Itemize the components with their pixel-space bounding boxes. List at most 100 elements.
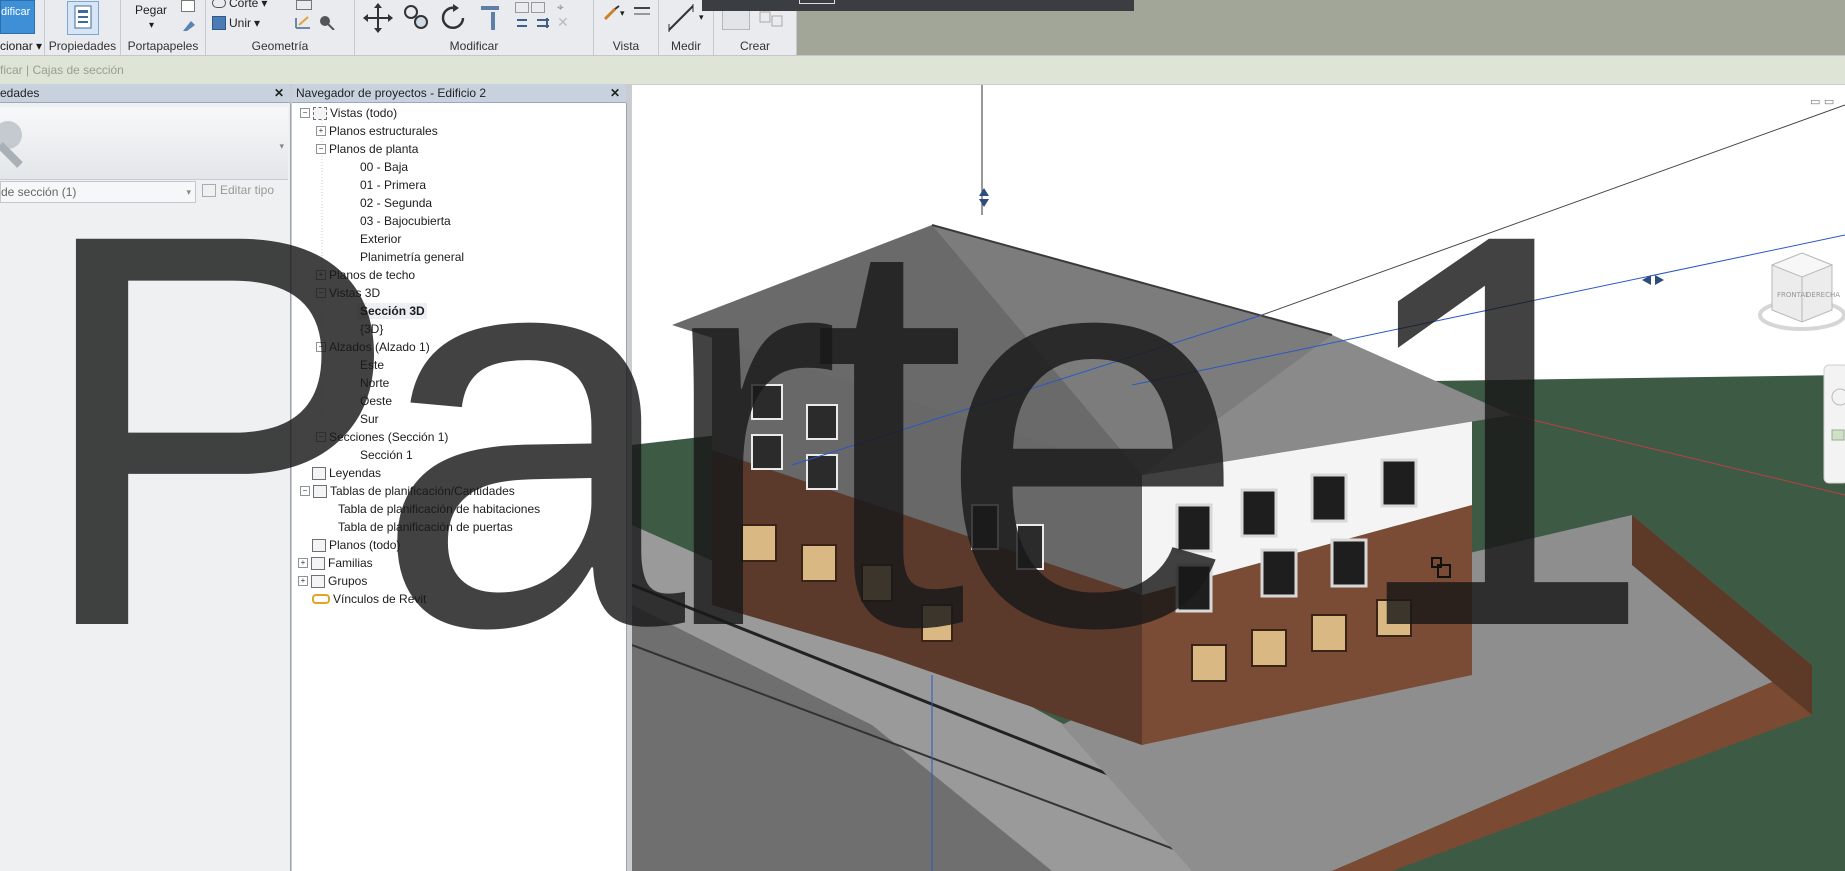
- tree-item-3d-views[interactable]: − Vistas 3D: [316, 285, 380, 301]
- copy-icon[interactable]: [181, 0, 195, 12]
- collapse-icon[interactable]: −: [300, 108, 310, 118]
- close-icon[interactable]: ✕: [274, 84, 284, 102]
- modify-button[interactable]: dificar: [0, 0, 35, 34]
- tree-item-legends[interactable]: Leyendas: [312, 465, 381, 481]
- move-icon[interactable]: [363, 2, 393, 37]
- cut-icon: [212, 0, 226, 8]
- delete-icon[interactable]: ✕: [557, 14, 569, 31]
- create-parts-icon[interactable]: [758, 8, 786, 33]
- override-graphics-icon[interactable]: [602, 4, 622, 25]
- tree-item-west[interactable]: Oeste: [360, 393, 392, 409]
- close-icon[interactable]: ✕: [610, 84, 620, 102]
- sheets-icon: [312, 538, 326, 552]
- split-icon[interactable]: [515, 16, 531, 33]
- rotate-icon[interactable]: [439, 2, 469, 37]
- tree-item-3d-default[interactable]: {3D}: [360, 321, 383, 337]
- mirror-icon[interactable]: [531, 2, 545, 13]
- groups-icon: [311, 574, 325, 588]
- collapse-icon[interactable]: −: [316, 288, 326, 298]
- tree-item-ceiling-plans[interactable]: + Planos de techo: [316, 267, 415, 283]
- edit-type-icon: [202, 184, 216, 198]
- copy-element-icon[interactable]: [401, 2, 431, 37]
- join-button[interactable]: Unir ▾: [212, 16, 260, 30]
- chevron-down-icon: ▾: [186, 187, 191, 197]
- paint-icon[interactable]: [318, 14, 336, 33]
- zoom-icon[interactable]: [1831, 429, 1845, 441]
- families-icon: [311, 556, 325, 570]
- collapse-icon[interactable]: −: [316, 432, 326, 442]
- project-browser: − Vistas (todo) + Planos estructurales − Pl…: [292, 103, 627, 871]
- cut-button[interactable]: Corte ▾: [212, 0, 267, 10]
- select-dropdown[interactable]: cionar ▾: [0, 39, 42, 53]
- tree-item-views[interactable]: − Vistas (todo): [300, 105, 397, 121]
- legend-icon: [312, 466, 326, 480]
- linework-icon[interactable]: [632, 4, 652, 25]
- ribbon-group-view: ▾ Vista: [594, 0, 659, 55]
- tree-item-schedules[interactable]: − Tablas de planificación/Cantidades: [300, 483, 515, 499]
- tree-item-plan-00[interactable]: 00 - Baja: [360, 159, 408, 175]
- link-icon: [312, 594, 330, 604]
- align-icon[interactable]: [477, 2, 507, 37]
- tree-item-section-3d[interactable]: Sección 3D: [358, 303, 427, 319]
- tree-item-revit-links[interactable]: Vínculos de Revit: [312, 591, 426, 607]
- options-bar: ficar | Cajas de sección: [0, 56, 1845, 84]
- title-bar-fragment: [702, 0, 1134, 11]
- tree-item-floor-plans[interactable]: − Planos de planta: [316, 141, 418, 157]
- expand-icon[interactable]: +: [298, 558, 308, 568]
- collapse-icon[interactable]: −: [300, 486, 310, 496]
- type-preview-dropdown-icon[interactable]: ▾: [279, 141, 284, 152]
- properties-button[interactable]: Propiedades: [45, 39, 120, 53]
- section-box-handle-icon[interactable]: [979, 188, 989, 207]
- navigation-bar[interactable]: [1823, 364, 1845, 484]
- tree-item-plan-03[interactable]: 03 - Bajocubierta: [360, 213, 451, 229]
- tree-item-room-schedule[interactable]: Tabla de planificación de habitaciones: [338, 501, 540, 517]
- pin-icon[interactable]: ⌖: [557, 0, 564, 15]
- tree-item-section-1[interactable]: Sección 1: [360, 447, 413, 463]
- trim-icon[interactable]: [535, 16, 551, 33]
- 3d-viewport[interactable]: FRONTAL DERECHA ▭ ▭: [632, 85, 1845, 871]
- tree-item-elevations[interactable]: − Alzados (Alzado 1): [316, 339, 430, 355]
- override-dropdown-icon[interactable]: ▾: [620, 8, 625, 19]
- tree-item-north[interactable]: Norte: [360, 375, 389, 391]
- geometry-group-label: Geometría: [251, 39, 309, 53]
- expand-icon[interactable]: +: [298, 576, 308, 586]
- tree-item-east[interactable]: Este: [360, 357, 384, 373]
- paste-button[interactable]: Pegar: [135, 3, 167, 17]
- expand-icon[interactable]: +: [316, 270, 326, 280]
- tree-item-site-plan[interactable]: Planimetría general: [360, 249, 464, 265]
- tree-item-exterior[interactable]: Exterior: [360, 231, 401, 247]
- tree-item-south[interactable]: Sur: [360, 411, 379, 427]
- type-selector[interactable]: de sección (1) ▾: [0, 181, 196, 203]
- clipboard-group-label: Portapapeles: [127, 39, 199, 53]
- create-group-label: Crear: [739, 39, 770, 53]
- minimize-view-icon[interactable]: ▭ ▭: [1810, 95, 1834, 108]
- building-3d-model: FRONTAL DERECHA ▭ ▭: [632, 85, 1845, 871]
- wall-joins-icon[interactable]: [294, 14, 312, 33]
- ribbon-group-geometry: Corte ▾ Unir ▾ Geometría: [206, 0, 355, 55]
- tree-item-sections[interactable]: − Secciones (Sección 1): [316, 429, 448, 445]
- tree-item-plan-01[interactable]: 01 - Primera: [360, 177, 426, 193]
- edit-type-button[interactable]: Editar tipo: [202, 183, 274, 198]
- tree-item-sheets[interactable]: Planos (todo): [312, 537, 400, 553]
- expand-icon[interactable]: +: [316, 126, 326, 136]
- tree-item-door-schedule[interactable]: Tabla de planificación de puertas: [338, 519, 513, 535]
- match-properties-icon[interactable]: [181, 17, 197, 36]
- measure-dropdown-icon[interactable]: ▾: [699, 12, 704, 23]
- tree-item-structural-plans[interactable]: + Planos estructurales: [316, 123, 438, 139]
- ribbon-group-modify: ⌖ ✕ Modificar: [355, 0, 594, 55]
- paste-label: Pegar: [135, 3, 168, 17]
- properties-icon[interactable]: [67, 1, 99, 35]
- collapse-icon[interactable]: −: [316, 342, 326, 352]
- viewcube-right-label: DERECHA: [1806, 291, 1840, 299]
- geometry-tool-icon-1[interactable]: [296, 0, 312, 10]
- paste-dropdown-icon[interactable]: ▾: [149, 20, 154, 31]
- offset-icon[interactable]: [515, 2, 529, 13]
- measure-group-label: Medir: [670, 39, 701, 53]
- project-browser-header: Navegador de proyectos - Edificio 2 ✕: [292, 84, 626, 103]
- tree-item-families[interactable]: + Familias: [298, 555, 373, 571]
- modify-group-label: Modificar: [449, 39, 499, 53]
- tree-item-plan-02[interactable]: 02 - Segunda: [360, 195, 432, 211]
- collapse-icon[interactable]: −: [316, 144, 326, 154]
- tree-item-groups[interactable]: + Grupos: [298, 573, 367, 589]
- measure-icon[interactable]: [665, 2, 699, 37]
